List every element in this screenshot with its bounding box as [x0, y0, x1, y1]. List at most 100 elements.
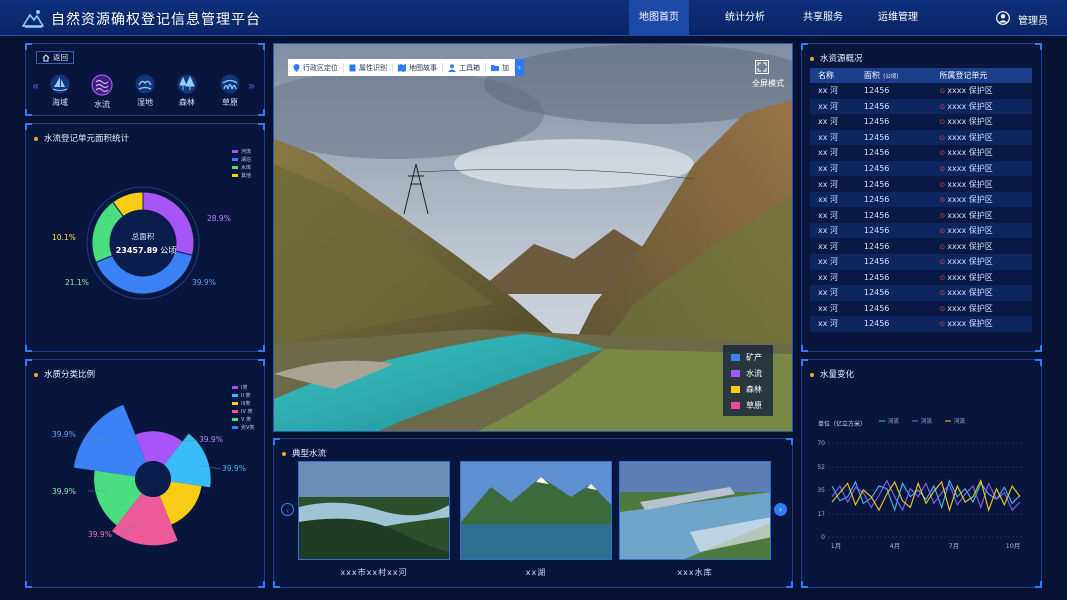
cell-name: xx 河	[810, 222, 856, 239]
nav-share-service[interactable]: 共享服务	[793, 0, 853, 36]
rose-slice[interactable]	[73, 404, 147, 477]
table-row[interactable]: xx 河 12456 ⊙ xxxx 保护区	[810, 98, 1032, 115]
home-icon	[42, 53, 50, 61]
tab-wetland[interactable]: 湿地	[128, 74, 162, 108]
mountain-logo-icon	[22, 10, 44, 28]
location-pin-icon: ⊙	[939, 87, 946, 96]
x-tick-label: 1月	[831, 542, 842, 550]
map-legend-grassland[interactable]: 草原	[731, 397, 765, 413]
typical-water-panel: 典型水流 ‹ › xxx市xx村xx河 xx湖 xxx水库	[273, 438, 793, 588]
cell-unit: ⊙ xxxx 保护区	[931, 238, 1032, 255]
location-pin-icon: ⊙	[939, 258, 946, 267]
tab-label: 森林	[179, 98, 195, 107]
table-row[interactable]: xx 河 12456 ⊙ xxxx 保护区	[810, 160, 1032, 177]
tab-grassland[interactable]: 草原	[213, 74, 247, 108]
tab-label: 海域	[52, 98, 68, 107]
rose-label-5: 39.9%	[88, 530, 112, 539]
cell-unit: ⊙ xxxx 保护区	[931, 129, 1032, 146]
map-icon	[398, 63, 406, 72]
gallery-next-icon[interactable]: ›	[774, 503, 787, 516]
table-row[interactable]: xx 河 12456 ⊙ xxxx 保护区	[810, 222, 1032, 239]
reservoir-photo	[620, 462, 770, 559]
folder-add-icon	[491, 64, 499, 71]
table-row[interactable]: xx 河 12456 ⊙ xxxx 保护区	[810, 269, 1032, 286]
cell-area: 12456	[855, 269, 932, 286]
map-view[interactable]: 行政区定位 属性识别 地图故事 工具箱 加 › 全屏模式 矿产 水流 森林 草原	[273, 43, 793, 432]
cell-unit: ⊙ xxxx 保护区	[931, 160, 1032, 177]
nav-statistics[interactable]: 统计分析	[715, 0, 775, 36]
cell-unit: ⊙ xxxx 保护区	[931, 254, 1032, 270]
legend-label[interactable]: 河流	[888, 417, 900, 425]
table-row[interactable]: xx 河 12456 ⊙ xxxx 保护区	[810, 114, 1032, 130]
map-legend-water[interactable]: 水流	[731, 365, 765, 381]
tab-sea[interactable]: 海域	[43, 74, 77, 108]
col-name: 名称	[810, 68, 856, 83]
map-legend-forest[interactable]: 森林	[731, 381, 765, 397]
tab-forest[interactable]: 森林	[170, 74, 204, 108]
gallery-caption: xx湖	[525, 568, 547, 577]
cell-name: xx 河	[810, 129, 856, 146]
tool-region-locate[interactable]: 行政区定位	[288, 62, 344, 73]
table-row[interactable]: xx 河 12456 ⊙ xxxx 保护区	[810, 207, 1032, 223]
tool-attribute-identify[interactable]: 属性识别	[344, 62, 393, 73]
x-tick-label: 10月	[1006, 542, 1021, 550]
cell-area: 12456	[855, 83, 932, 99]
back-button[interactable]: 返回	[36, 51, 74, 64]
table-row[interactable]: xx 河 12456 ⊙ xxxx 保护区	[810, 83, 1032, 99]
table-row[interactable]: xx 河 12456 ⊙ xxxx 保护区	[810, 300, 1032, 317]
gallery-item-reservoir[interactable]	[619, 461, 771, 560]
location-pin-icon: ⊙	[939, 102, 946, 111]
table-row[interactable]: xx 河 12456 ⊙ xxxx 保护区	[810, 285, 1032, 301]
user-name[interactable]: 管理员	[1018, 12, 1048, 27]
table-row[interactable]: xx 河 12456 ⊙ xxxx 保护区	[810, 129, 1032, 146]
rose-label-4: 39.9%	[52, 487, 76, 496]
back-label: 返回	[53, 53, 68, 62]
legend-label[interactable]: 河流	[921, 417, 933, 425]
user-avatar-icon[interactable]	[996, 11, 1010, 25]
cell-area: 12456	[855, 300, 932, 317]
y-tick-label: 17	[817, 511, 825, 518]
gallery-item-river[interactable]	[298, 461, 450, 560]
series-line[interactable]	[831, 479, 1021, 513]
cell-unit: ⊙ xxxx 保护区	[931, 114, 1032, 130]
location-pin-icon: ⊙	[939, 273, 946, 282]
table-row[interactable]: xx 河 12456 ⊙ xxxx 保护区	[810, 176, 1032, 192]
toolbar-expand-icon[interactable]: ›	[515, 59, 524, 76]
rose-label-1: 39.9%	[52, 430, 76, 439]
location-pin-icon: ⊙	[939, 149, 946, 158]
table-row[interactable]: xx 河 12456 ⊙ xxxx 保护区	[810, 254, 1032, 270]
nav-ops[interactable]: 运维管理	[868, 0, 928, 36]
gallery-item-lake[interactable]	[460, 461, 612, 560]
cell-area: 12456	[855, 238, 932, 255]
table-row[interactable]: xx 河 12456 ⊙ xxxx 保护区	[810, 238, 1032, 255]
tool-map-story[interactable]: 地图故事	[393, 62, 443, 73]
location-pin-icon: ⊙	[939, 289, 946, 298]
table-row[interactable]: xx 河 12456 ⊙ xxxx 保护区	[810, 191, 1032, 208]
tab-water-flow[interactable]: 水流	[85, 74, 119, 110]
table-row[interactable]: xx 河 12456 ⊙ xxxx 保护区	[810, 316, 1032, 332]
legend-label[interactable]: 河流	[954, 417, 966, 425]
tab-label: 草原	[222, 98, 238, 107]
table-row[interactable]: xx 河 12456 ⊙ xxxx 保护区	[810, 145, 1032, 161]
nav-map-home[interactable]: 地图首页	[629, 0, 689, 36]
panel-title: 水资源概况	[810, 52, 863, 64]
tab-label: 水流	[94, 100, 110, 109]
landscape-photo	[274, 44, 792, 431]
tabs-next-arrow-icon[interactable]: »	[248, 79, 255, 93]
tool-toolbox[interactable]: 工具箱	[443, 62, 486, 73]
tool-add[interactable]: 加	[486, 62, 515, 73]
cell-name: xx 河	[810, 269, 856, 286]
cell-unit: ⊙ xxxx 保护区	[931, 191, 1032, 208]
cell-unit: ⊙ xxxx 保护区	[931, 222, 1032, 239]
map-legend-mineral[interactable]: 矿产	[731, 349, 765, 365]
water-quality-rose-chart	[73, 404, 222, 546]
gallery-prev-icon[interactable]: ‹	[281, 503, 294, 516]
tabs-prev-arrow-icon[interactable]: «	[32, 79, 39, 93]
gallery-caption: xxx水库	[677, 568, 713, 577]
donut-label-reservoir: 21.1%	[65, 278, 89, 287]
table-header: 名称 面积（公顷） 所属登记单元	[810, 68, 1032, 83]
cell-name: xx 河	[810, 316, 856, 332]
top-bar: 自然资源确权登记信息管理平台 地图首页 统计分析 共享服务 运维管理 管理员	[0, 0, 1067, 36]
fullscreen-label[interactable]: 全屏模式	[752, 78, 792, 89]
fullscreen-button[interactable]	[753, 60, 771, 77]
